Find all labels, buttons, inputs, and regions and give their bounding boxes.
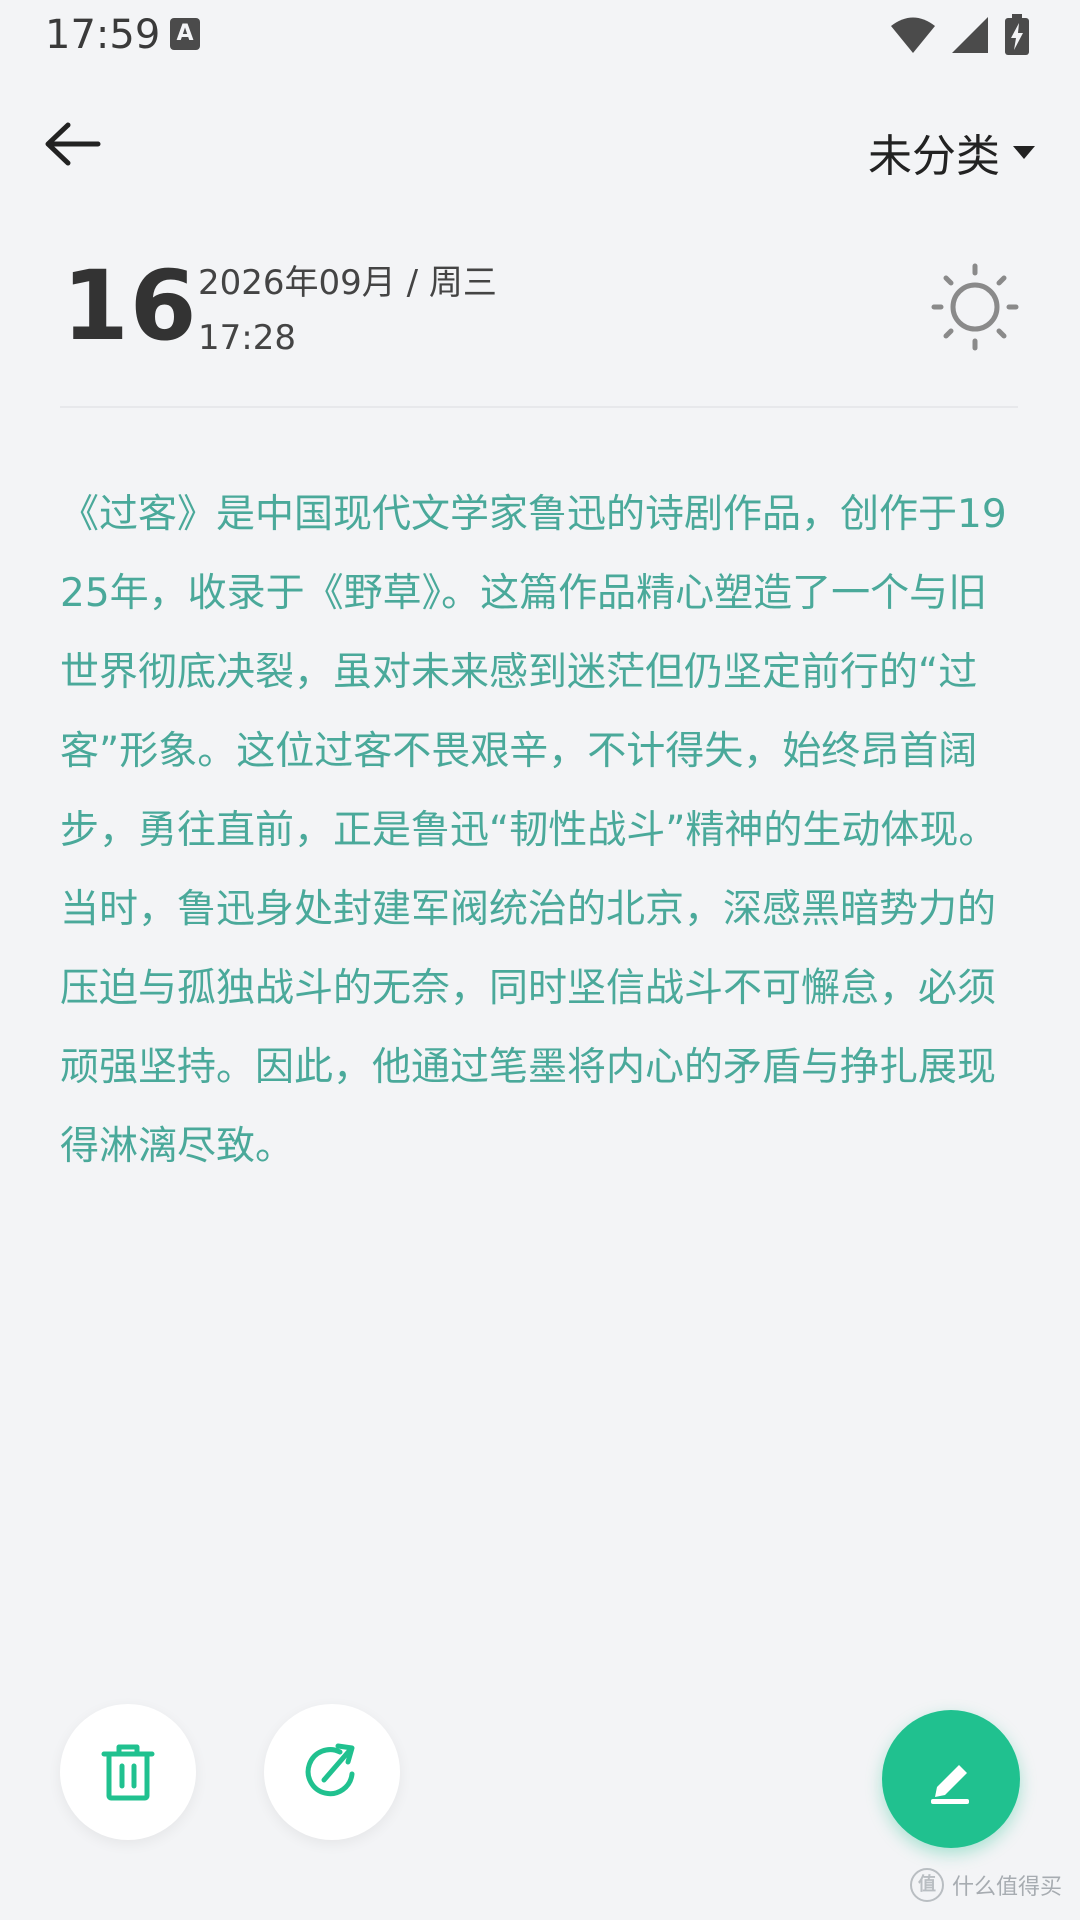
edit-button[interactable] xyxy=(882,1710,1020,1848)
status-icons xyxy=(890,10,1030,60)
input-method-icon: A xyxy=(170,18,200,50)
watermark: 值 什么值得买 xyxy=(909,1868,1062,1902)
status-time: 17:59 xyxy=(45,12,161,58)
share-icon xyxy=(305,1743,355,1797)
entry-body-text[interactable]: 《过客》是中国现代文学家鲁迅的诗剧作品，创作于1925年，收录于《野草》。这篇作… xyxy=(60,475,1025,1186)
battery-charging-icon xyxy=(1005,14,1029,55)
share-button[interactable] xyxy=(264,1704,400,1840)
back-button[interactable] xyxy=(36,112,108,176)
caret-down-icon xyxy=(1013,146,1035,159)
entry-day: 16 xyxy=(62,250,198,362)
delete-button[interactable] xyxy=(60,1704,196,1840)
category-label: 未分类 xyxy=(868,131,1000,182)
edit-pencil-icon xyxy=(931,1765,969,1804)
category-selector[interactable]: 未分类 xyxy=(868,122,1036,182)
entry-date: 2026年09月 / 周三 xyxy=(198,263,497,303)
wifi-icon xyxy=(891,17,935,53)
sun-icon xyxy=(931,263,1019,351)
watermark-logo: 值 xyxy=(909,1868,944,1902)
trash-icon xyxy=(101,1744,155,1801)
diary-entry-page: 17:59 A 未分类 16 2026年09月 / 周三 17:28 《过客》是… xyxy=(0,0,1080,1920)
entry-time: 17:28 xyxy=(198,318,296,358)
header-divider xyxy=(60,406,1018,408)
weather-button[interactable] xyxy=(930,262,1020,352)
back-arrow-icon xyxy=(45,122,101,166)
watermark-text: 什么值得买 xyxy=(951,1875,1062,1900)
cellular-signal-icon xyxy=(952,17,988,53)
status-bar: 17:59 A xyxy=(0,0,1080,70)
